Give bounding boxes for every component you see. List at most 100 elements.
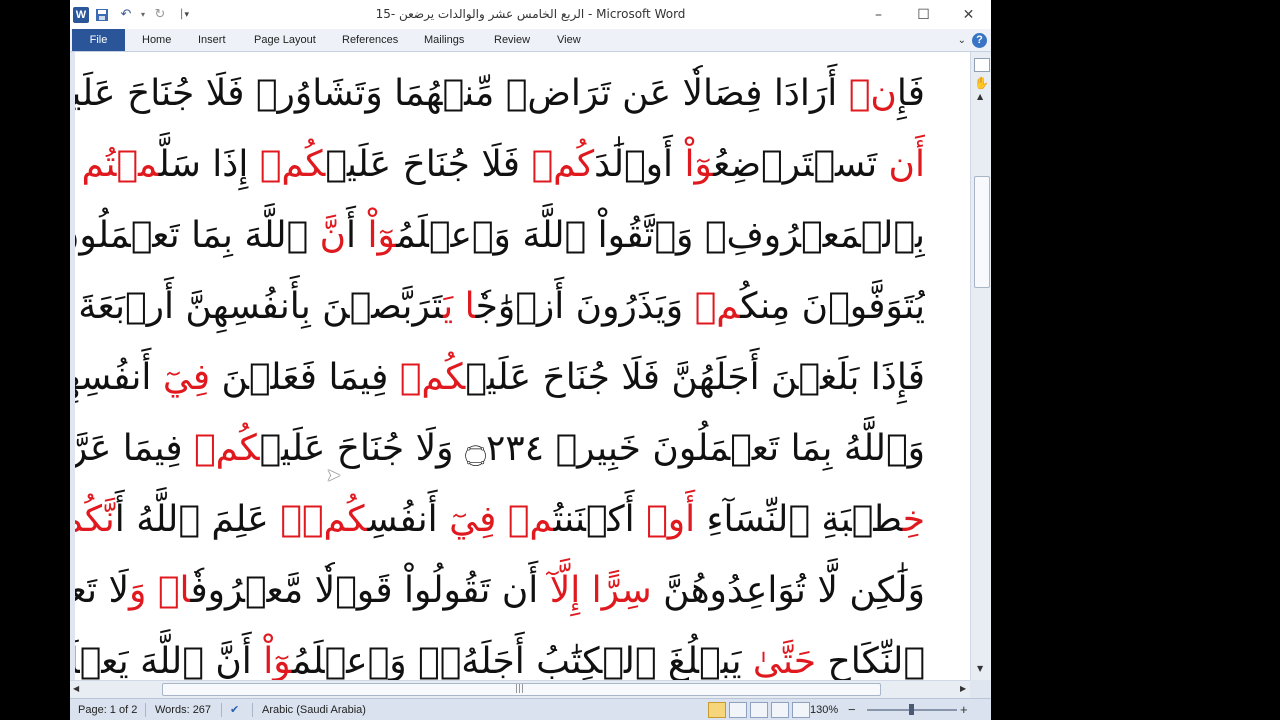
grip-icon: ||| [515,684,525,694]
text-segment: فَإِ [896,73,925,114]
tab-review[interactable]: Review [494,29,530,51]
highlighted-text: نَّ [319,215,347,256]
zoom-level[interactable]: 130% [810,699,838,720]
undo-icon[interactable]: ↶ [115,5,137,25]
ruler-toggle-icon[interactable] [974,58,990,72]
tab-view[interactable]: View [557,29,581,51]
scroll-down-arrow-icon[interactable]: ▼ [977,664,983,673]
outline-view-icon[interactable] [771,702,789,718]
text-segment: أَن تَقُولُواْ قَوۡلٗا مَّعۡرُوفٗ [190,570,550,611]
document-line[interactable]: فَإِذَا بَلَغۡنَ أَجَلَهُنَّ فَلَا جُنَا… [75,342,925,413]
text-segment: عَلِمَ ٱللَّهُ أَ [114,499,281,540]
text-segment: فِيمَا فَعَلۡنَ [210,357,400,398]
tab-insert[interactable]: Insert [198,29,226,51]
highlighted-text: ا يَ [443,286,476,327]
help-icon[interactable]: ? [972,32,987,48]
word-count[interactable]: Words: 267 [155,699,211,720]
text-segment: وَلَٰكِن لَّا تُوَاعِدُوهُنَّ [651,570,925,611]
document-line[interactable]: خِطۡبَةِ ٱلنِّسَآءِ أَوۡ أَكۡنَنتُمۡ فِي… [75,484,925,555]
scroll-up-arrow-icon[interactable]: ▲ [977,92,983,101]
tab-references[interactable]: References [342,29,398,51]
ribbon-right-controls: ⌄ ? [958,31,987,49]
document-area: فَإِنۡ أَرَادَا فِصَالٗا عَن تَرَاضٖ مِّ… [70,52,970,680]
tab-home[interactable]: Home [142,29,171,51]
text-segment: فِيمَا عَرَّضۡ [75,428,183,469]
text-segment: إِذَا سَلَّ [158,144,260,185]
status-separator [221,703,222,717]
text-segment: فَإِذَا بَلَغۡنَ أَجَلَهُنَّ فَلَا جُنَا… [465,357,925,398]
draft-view-icon[interactable] [792,702,810,718]
close-button[interactable]: ✕ [946,0,991,29]
scroll-left-arrow-icon[interactable]: ◀ [73,684,79,693]
highlighted-text: كُمۡۚ [280,499,368,540]
highlighted-text: ُمۡ فِيٓ [449,499,554,540]
print-layout-icon[interactable] [708,702,726,718]
text-segment: عَن تَرَاضٖ مِّنۡهُمَا وَتَشَاوُرٖ فَلَا… [75,73,683,114]
highlighted-text: وٓاْ [263,641,292,680]
text-segment: فَلَا جُنَاحَ عَلَيۡ [325,144,532,185]
redo-icon[interactable]: ↻ [149,5,171,25]
highlighted-text: اۚ وَ [129,570,191,611]
highlighted-text: كُمۡ [194,428,260,469]
tab-page-layout[interactable]: Page Layout [254,29,316,51]
horizontal-scrollbar[interactable]: ◀ ||| ▶ [70,680,970,698]
text-segment: أَنفُسِ [367,499,450,540]
text-segment: تَرَبَّصۡنَ بِأَنفُسِهِنَّ أَرۡبَعَةَ أَ… [75,286,444,327]
document-line[interactable]: وَلَٰكِن لَّا تُوَاعِدُوهُنَّ سِرًّا إِل… [75,555,925,626]
document-line[interactable]: فَإِنۡ أَرَادَا فِصَالٗا عَن تَرَاضٖ مِّ… [75,58,925,129]
text-segment: ٱللَّهَ بِمَا تَعۡمَلُونَ بَصِيرٞ ۝٢٣٣ و… [75,215,309,256]
document-line[interactable]: يُتَوَفَّوۡنَ مِنكُمۡ وَيَذَرُونَ أَزۡوَ… [75,271,925,342]
highlighted-text: سِرًّا إِلَّآ [549,570,652,611]
highlighted-text: حَتَّىٰ [752,641,817,680]
status-bar: Page: 1 of 2 Words: 267 ✔ Arabic (Saudi … [70,698,991,720]
page-count[interactable]: Page: 1 of 2 [78,699,137,720]
mouse-pointer-icon: ➤ [326,465,342,486]
vertical-scroll-thumb[interactable] [974,176,990,288]
document-line[interactable]: بِٱلۡمَعۡرُوفِۗ وَٱتَّقُواْ ٱللَّهَ وَٱع… [75,200,925,271]
proofing-icon[interactable]: ✔ [230,699,239,720]
highlighted-text: كُمۡ [399,357,466,398]
highlighted-text: وٓا [684,144,714,185]
highlighted-text: وٓاْ [367,215,397,256]
document-page[interactable]: فَإِنۡ أَرَادَا فِصَالٗا عَن تَرَاضٖ مِّ… [75,52,970,680]
save-icon[interactable] [91,5,113,25]
text-segment: وَٱللَّهُ بِمَا تَعۡمَلُونَ خَبِيرٞ ۝٢٣٤… [259,428,926,469]
horizontal-scroll-thumb[interactable]: ||| [162,683,881,696]
highlighted-text: خِ [902,499,925,540]
window-controls: – ☐ ✕ [856,0,991,29]
status-separator [145,703,146,717]
text-segment: وَيَذَرُونَ أَزۡوَٰجٗ [475,286,695,327]
maximize-button[interactable]: ☐ [901,0,946,29]
tab-mailings[interactable]: Mailings [424,29,464,51]
minimize-button[interactable]: – [856,0,901,29]
zoom-out-button[interactable]: − [848,699,856,720]
undo-dropdown-icon[interactable]: ▾ [139,5,147,25]
chevron-down-icon[interactable]: ⌄ [958,35,966,46]
scroll-right-arrow-icon[interactable]: ▶ [960,684,966,693]
zoom-in-button[interactable]: + [960,699,968,720]
tab-file[interactable]: File [72,29,125,51]
text-segment: بِٱلۡمَعۡرُوفِۗ وَٱتَّقُواْ ٱللَّهَ وَٱع… [396,215,925,256]
highlighted-text: فِيٓ [162,357,211,398]
language-indicator[interactable]: Arabic (Saudi Arabia) [262,699,366,720]
web-layout-icon[interactable] [750,702,768,718]
highlighted-text: نۡ [848,73,897,114]
document-line[interactable]: أَن تَسۡتَرۡضِعُوٓاْ أَوۡلَٰدَكُمۡ فَلَا… [75,129,925,200]
vertical-scrollbar[interactable]: ✋ ▲ ▼ [970,52,991,680]
text-segment: طۡبَةِ ٱلنِّسَآءِ [695,499,903,540]
window-title: الربع الخامس عشر والوالدات يرضعن -15 - M… [375,7,686,21]
text-segment: ْ أَوۡلَٰدَ [594,144,685,185]
hand-pan-icon[interactable]: ✋ [974,76,989,90]
full-screen-reading-icon[interactable] [729,702,747,718]
customize-qat-icon[interactable]: │▾ [173,5,195,25]
document-line[interactable]: ٱلنِّكَاحِ حَتَّىٰ يَبۡلُغَ ٱلۡكِتَٰبُ أ… [75,626,925,680]
document-line[interactable]: وَٱللَّهُ بِمَا تَعۡمَلُونَ خَبِيرٞ ۝٢٣٤… [75,413,925,484]
document-text[interactable]: فَإِنۡ أَرَادَا فِصَالٗا عَن تَرَاضٖ مِّ… [75,58,925,680]
text-segment: أَنفُسِهِنَّ بِٱلۡمَعۡرُوفِۗ [75,357,152,398]
view-buttons [708,702,810,718]
word-window: الربع الخامس عشر والوالدات يرضعن -15 - M… [70,0,991,720]
word-app-icon[interactable]: W [73,6,89,23]
text-segment: أَكۡنَنت [553,499,647,540]
zoom-slider-thumb[interactable] [909,704,914,715]
highlighted-text: نَّكُمۡ [75,499,115,540]
